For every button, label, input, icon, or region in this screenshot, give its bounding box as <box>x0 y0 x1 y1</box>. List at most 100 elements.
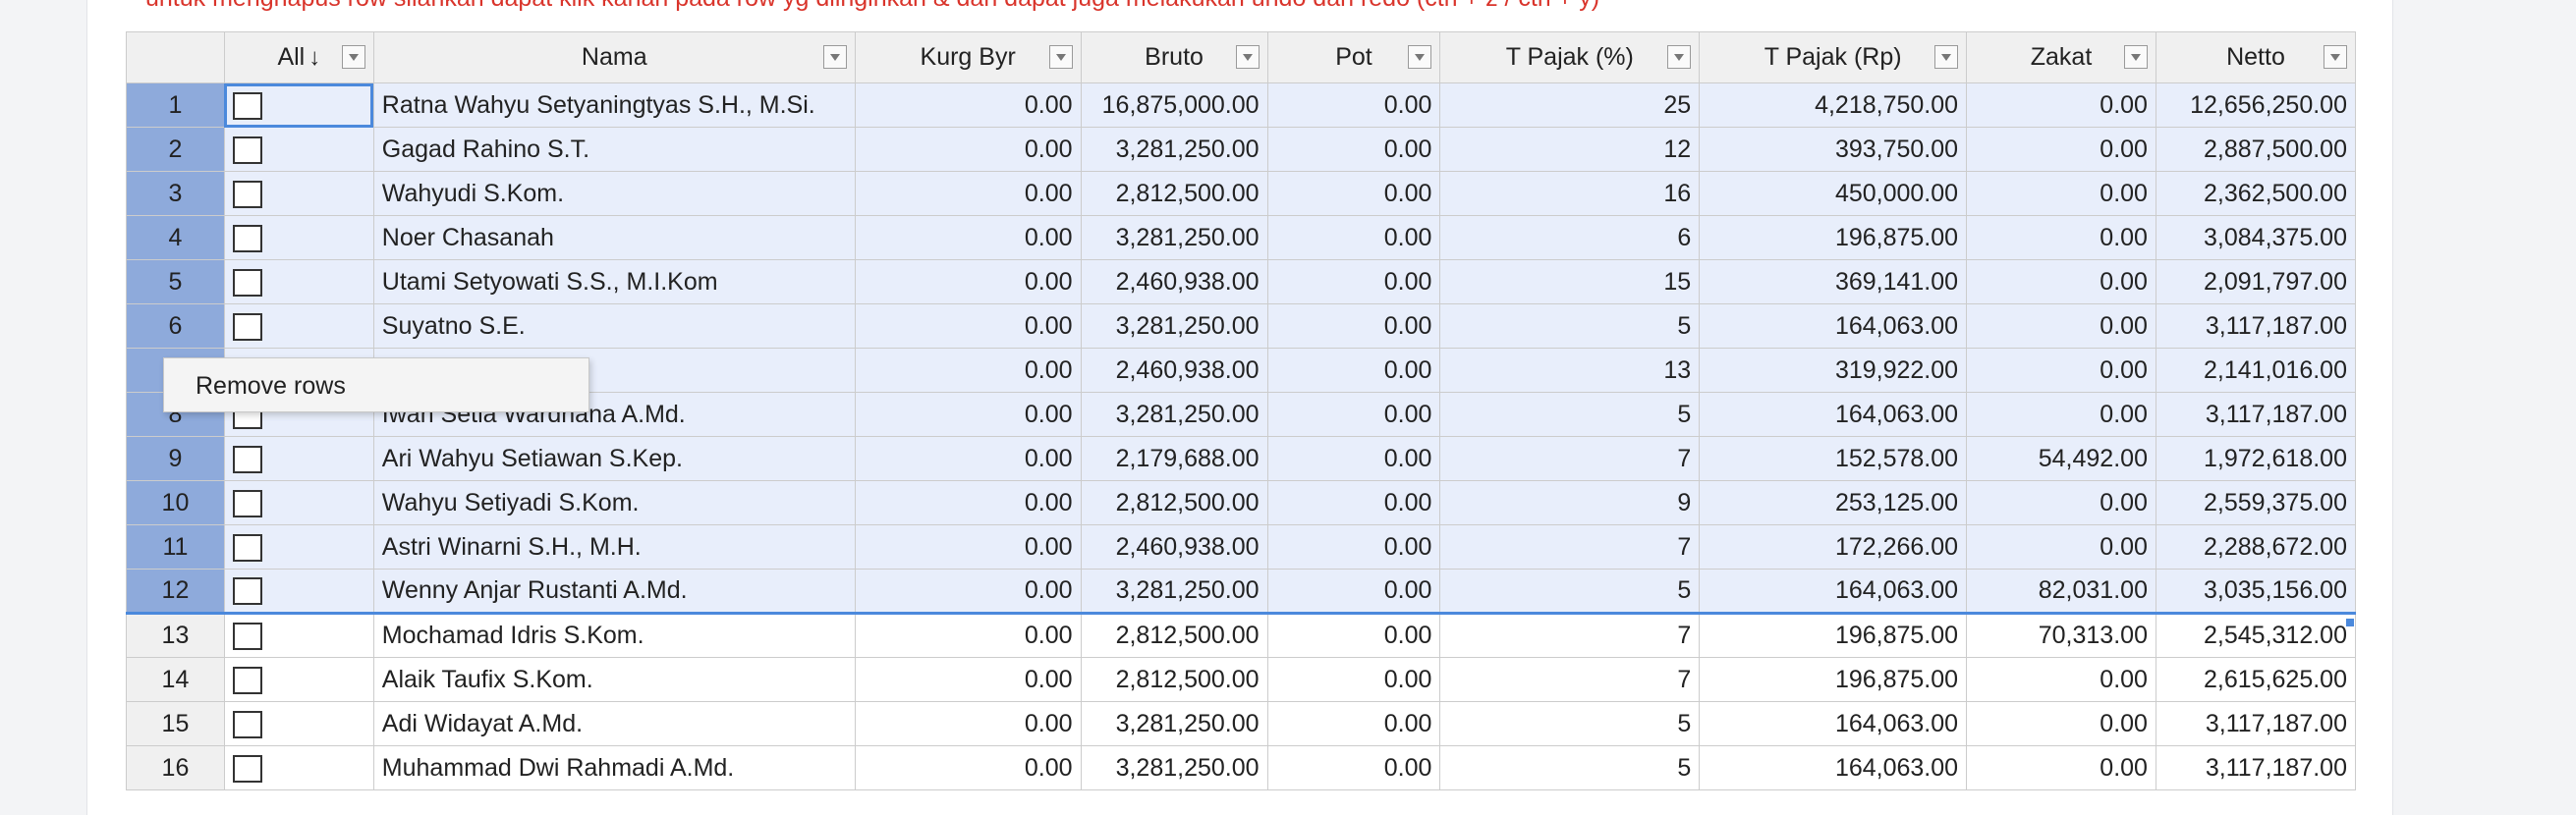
cell-bruto[interactable]: 3,281,250.00 <box>1080 745 1268 790</box>
column-header-all[interactable]: All ↓ <box>223 31 374 83</box>
column-header-zakat[interactable]: Zakat <box>1966 31 2156 83</box>
cell-t-pajak-rp[interactable]: 319,922.00 <box>1699 348 1968 393</box>
cell-nama[interactable]: Astri Winarni S.H., M.H. <box>372 524 856 570</box>
row-checkbox[interactable] <box>232 91 262 120</box>
cell-pot[interactable]: 0.00 <box>1266 613 1441 658</box>
cell-t-pajak-pct[interactable]: 15 <box>1439 259 1701 304</box>
table-row[interactable]: 2 Gagad Rahino S.T. 0.00 3,281,250.00 0.00 12… <box>126 127 2356 172</box>
data-grid[interactable]: All ↓ Nama Kurg Byr Bruto Pot T Pajak (%… <box>126 31 2356 807</box>
cell-t-pajak-rp[interactable]: 369,141.00 <box>1699 259 1968 304</box>
cell-zakat[interactable]: 0.00 <box>1966 171 2156 216</box>
filter-dropdown-icon[interactable] <box>1408 45 1432 69</box>
cell-t-pajak-rp[interactable]: 393,750.00 <box>1699 127 1968 172</box>
cell-kurg-byr[interactable]: 0.00 <box>854 480 1082 525</box>
cell-kurg-byr[interactable]: 0.00 <box>854 701 1082 746</box>
cell-nama[interactable]: Adi Widayat A.Md. <box>372 701 856 746</box>
cell-zakat[interactable]: 0.00 <box>1966 745 2156 790</box>
checkbox-cell[interactable] <box>223 82 374 128</box>
cell-bruto[interactable]: 2,812,500.00 <box>1080 657 1268 702</box>
cell-netto[interactable]: 3,117,187.00 <box>2155 745 2356 790</box>
cell-zakat[interactable]: 0.00 <box>1966 303 2156 349</box>
row-checkbox[interactable] <box>232 489 262 517</box>
row-header-number[interactable]: 3 <box>126 171 225 216</box>
cell-t-pajak-pct[interactable]: 5 <box>1439 303 1701 349</box>
cell-bruto[interactable]: 3,281,250.00 <box>1080 392 1268 437</box>
cell-kurg-byr[interactable]: 0.00 <box>854 259 1082 304</box>
cell-netto[interactable]: 2,887,500.00 <box>2155 127 2356 172</box>
table-row[interactable]: 10 Wahyu Setiyadi S.Kom. 0.00 2,812,500.00 0… <box>126 480 2356 525</box>
cell-nama[interactable]: Ari Wahyu Setiawan S.Kep. <box>372 436 856 481</box>
cell-bruto[interactable]: 3,281,250.00 <box>1080 215 1268 260</box>
row-checkbox[interactable] <box>232 312 262 341</box>
cell-netto[interactable]: 2,288,672.00 <box>2155 524 2356 570</box>
cell-zakat[interactable]: 0.00 <box>1966 480 2156 525</box>
checkbox-cell[interactable] <box>223 171 374 216</box>
selection-fill-handle[interactable] <box>2346 619 2354 626</box>
cell-t-pajak-pct[interactable]: 5 <box>1439 745 1701 790</box>
checkbox-cell[interactable] <box>223 480 374 525</box>
filter-dropdown-icon[interactable] <box>2123 45 2148 69</box>
cell-t-pajak-rp[interactable]: 152,578.00 <box>1699 436 1968 481</box>
cell-t-pajak-rp[interactable]: 4,218,750.00 <box>1699 82 1968 128</box>
cell-nama[interactable]: Noer Chasanah <box>372 215 856 260</box>
filter-dropdown-icon[interactable] <box>822 45 847 69</box>
cell-pot[interactable]: 0.00 <box>1266 745 1441 790</box>
row-header-number[interactable]: 11 <box>126 524 225 570</box>
row-checkbox[interactable] <box>232 224 262 252</box>
cell-pot[interactable]: 0.00 <box>1266 392 1441 437</box>
checkbox-cell[interactable] <box>223 613 374 658</box>
cell-t-pajak-pct[interactable]: 12 <box>1439 127 1701 172</box>
row-header-number[interactable]: 9 <box>126 436 225 481</box>
cell-netto[interactable]: 3,084,375.00 <box>2155 215 2356 260</box>
cell-pot[interactable]: 0.00 <box>1266 82 1441 128</box>
cell-bruto[interactable]: 2,460,938.00 <box>1080 524 1268 570</box>
checkbox-cell[interactable] <box>223 745 374 790</box>
checkbox-cell[interactable] <box>223 259 374 304</box>
cell-netto[interactable]: 12,656,250.00 <box>2155 82 2356 128</box>
cell-netto[interactable]: 3,035,156.00 <box>2155 569 2356 615</box>
cell-bruto[interactable]: 16,875,000.00 <box>1080 82 1268 128</box>
row-checkbox[interactable] <box>232 180 262 208</box>
cell-t-pajak-rp[interactable]: 164,063.00 <box>1699 701 1968 746</box>
cell-pot[interactable]: 0.00 <box>1266 480 1441 525</box>
cell-nama[interactable]: Alaik Taufix S.Kom. <box>372 657 856 702</box>
row-header-number[interactable]: 12 <box>126 569 225 615</box>
cell-zakat[interactable]: 0.00 <box>1966 127 2156 172</box>
filter-dropdown-icon[interactable] <box>341 45 365 69</box>
cell-netto[interactable]: 1,972,618.00 <box>2155 436 2356 481</box>
cell-kurg-byr[interactable]: 0.00 <box>854 657 1082 702</box>
cell-bruto[interactable]: 3,281,250.00 <box>1080 569 1268 615</box>
row-header-number[interactable]: 14 <box>126 657 225 702</box>
column-header-pot[interactable]: Pot <box>1266 31 1441 83</box>
column-header-bruto[interactable]: Bruto <box>1080 31 1268 83</box>
cell-netto[interactable]: 2,559,375.00 <box>2155 480 2356 525</box>
cell-pot[interactable]: 0.00 <box>1266 524 1441 570</box>
checkbox-cell[interactable] <box>223 701 374 746</box>
row-header-number[interactable]: 16 <box>126 745 225 790</box>
table-row[interactable]: 5 Utami Setyowati S.S., M.I.Kom 0.00 2,460,… <box>126 259 2356 304</box>
remove-rows-menu-item[interactable]: Remove rows <box>196 372 346 401</box>
cell-netto[interactable]: 3,117,187.00 <box>2155 701 2356 746</box>
cell-t-pajak-pct[interactable]: 25 <box>1439 82 1701 128</box>
cell-netto[interactable]: 2,091,797.00 <box>2155 259 2356 304</box>
cell-bruto[interactable]: 2,460,938.00 <box>1080 348 1268 393</box>
cell-zakat[interactable]: 0.00 <box>1966 701 2156 746</box>
row-checkbox[interactable] <box>232 666 262 694</box>
filter-dropdown-icon[interactable] <box>2324 45 2347 69</box>
row-checkbox[interactable] <box>232 623 262 651</box>
cell-nama[interactable]: Wahyudi S.Kom. <box>372 171 856 216</box>
cell-netto[interactable]: 3,117,187.00 <box>2155 303 2356 349</box>
table-row[interactable]: 9 Ari Wahyu Setiawan S.Kep. 0.00 2,179,688.… <box>126 436 2356 481</box>
cell-t-pajak-pct[interactable]: 13 <box>1439 348 1701 393</box>
filter-dropdown-icon[interactable] <box>1048 45 1073 69</box>
cell-bruto[interactable]: 2,812,500.00 <box>1080 613 1268 658</box>
cell-t-pajak-rp[interactable]: 196,875.00 <box>1699 215 1968 260</box>
cell-t-pajak-pct[interactable]: 5 <box>1439 569 1701 615</box>
checkbox-cell[interactable] <box>223 569 374 615</box>
table-row[interactable]: 13 Mochamad Idris S.Kom. 0.00 2,812,500.00 0… <box>126 613 2356 658</box>
row-checkbox[interactable] <box>232 533 262 562</box>
table-row[interactable]: 1 Ratna Wahyu Setyaningtyas S.H., M.Si. 0.… <box>126 82 2356 128</box>
row-checkbox[interactable] <box>232 754 262 783</box>
row-header-number[interactable]: 4 <box>126 215 225 260</box>
filter-dropdown-icon[interactable] <box>1667 45 1692 69</box>
